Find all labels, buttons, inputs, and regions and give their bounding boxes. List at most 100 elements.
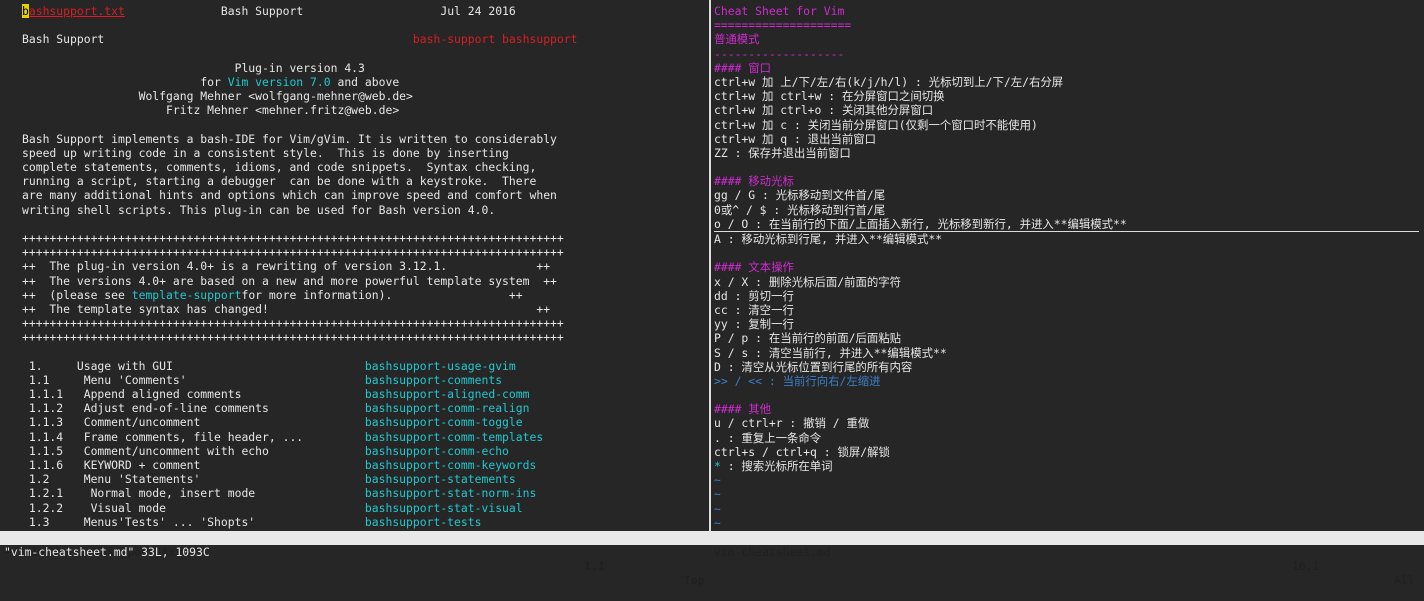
left-line[interactable]: 17++++++++++++++++++++++++++++++++++++++… [22, 231, 706, 245]
left-line[interactable]: 34 1.2 Menu 'Statements' bashsupport-sta… [22, 472, 706, 486]
text-segment: ++ The template syntax has changed! ++ [22, 301, 551, 316]
right-editor-pane[interactable]: 1Cheat Sheet for Vim2===================… [714, 4, 1419, 530]
right-line[interactable]: ~ [714, 487, 1419, 501]
left-line[interactable]: 15writing shell scripts. This plug-in ca… [22, 203, 706, 217]
left-line[interactable]: 18++++++++++++++++++++++++++++++++++++++… [22, 245, 706, 259]
left-line[interactable]: 29 1.1.2 Adjust end-of-line comments bas… [22, 401, 706, 415]
right-line[interactable]: 25S / s : 清空当前行, 并进入**编辑模式** [714, 346, 1419, 360]
right-line[interactable]: 22cc : 清空一行 [714, 303, 1419, 317]
left-line[interactable]: 7 Wolfgang Mehner <wolfgang-mehner@web.d… [22, 89, 706, 103]
right-line[interactable]: 16o / O : 在当前行的下面/上面插入新行, 光标移到新行, 并进入**编… [714, 217, 1419, 232]
vim-window: 1bashsupport.txt Bash Support Jul 24 201… [0, 0, 1424, 587]
right-line[interactable]: 27>> / << : 当前行向右/左缩进 [714, 374, 1419, 388]
right-line[interactable]: 12 [714, 160, 1419, 174]
right-line[interactable]: 2==================== [714, 18, 1419, 32]
left-line[interactable]: 19++ The plug-in version 4.0+ is a rewri… [22, 259, 706, 273]
text-segment: ++ (please see [22, 287, 132, 302]
right-line[interactable]: ~ [714, 516, 1419, 530]
text-segment: running a script, starting a debugger ca… [22, 174, 537, 189]
text-segment: 1.3 Menus'Tests' ... 'Shopts' [22, 514, 365, 529]
text-segment: u / ctrl+r : 撤销 / 重做 [714, 416, 870, 431]
left-line[interactable]: 22++ The template syntax has changed! ++ [22, 302, 706, 316]
text-segment: x / X : 删除光标后面/前面的字符 [714, 274, 902, 289]
left-line[interactable]: 10Bash Support implements a bash-IDE for… [22, 132, 706, 146]
right-line[interactable]: 9ctrl+w 加 c : 关闭当前分屏窗口(仅剩一个窗口时不能使用) [714, 118, 1419, 132]
text-segment: bashsupport-stat-visual [364, 500, 523, 515]
left-line[interactable]: 35 1.2.1 Normal mode, insert mode bashsu… [22, 486, 706, 500]
text-segment: yy : 复制一行 [714, 317, 794, 332]
left-line[interactable]: 1bashsupport.txt Bash Support Jul 24 201… [22, 4, 706, 18]
right-line[interactable]: 18 [714, 246, 1419, 260]
right-line[interactable]: 32ctrl+s / ctrl+q : 锁屏/解锁 [714, 445, 1419, 459]
right-line[interactable]: 4------------------- [714, 47, 1419, 61]
right-line[interactable]: 10ctrl+w 加 q : 退出当前窗口 [714, 132, 1419, 146]
left-line[interactable]: 16 [22, 217, 706, 231]
right-line[interactable]: 30u / ctrl+r : 撤销 / 重做 [714, 416, 1419, 430]
text-segment: #### 移动光标 [714, 174, 794, 189]
right-line[interactable]: 24P / p : 在当前行的前面/后面粘贴 [714, 331, 1419, 345]
left-line[interactable]: 27 1.1 Menu 'Comments' bashsupport-comme… [22, 373, 706, 387]
right-line[interactable]: ~ [714, 473, 1419, 487]
right-line[interactable]: 28 [714, 388, 1419, 402]
text-segment: are many additional hints and options wh… [22, 188, 557, 203]
left-line[interactable]: 9 [22, 118, 706, 132]
text-segment: ZZ : 保存并退出当前窗口 [714, 145, 851, 160]
left-line[interactable]: 6 for Vim version 7.0 and above [22, 75, 706, 89]
left-line[interactable]: 11speed up writing code in a consistent … [22, 146, 706, 160]
left-line[interactable]: 30 1.1.3 Comment/uncomment bashsupport-c… [22, 415, 706, 429]
left-line[interactable]: 36 1.2.2 Visual mode bashsupport-stat-vi… [22, 501, 706, 515]
right-line[interactable]: 3普通模式 [714, 32, 1419, 46]
left-line[interactable]: 31 1.1.4 Frame comments, file header, ..… [22, 430, 706, 444]
text-segment: ctrl+w 加 ctrl+w : 在分屏窗口之间切换 [714, 89, 945, 104]
right-line[interactable]: 21dd : 剪切一行 [714, 289, 1419, 303]
right-line[interactable]: 29#### 其他 [714, 402, 1419, 416]
text-segment: ctrl+w 加 ctrl+o : 关闭其他分屏窗口 [714, 103, 934, 118]
right-line[interactable]: 8ctrl+w 加 ctrl+o : 关闭其他分屏窗口 [714, 103, 1419, 117]
right-line[interactable]: 31. : 重复上一条命令 [714, 431, 1419, 445]
right-line[interactable]: 20x / X : 删除光标后面/前面的字符 [714, 275, 1419, 289]
right-line[interactable]: 19#### 文本操作 [714, 260, 1419, 274]
left-line[interactable]: 2 [22, 18, 706, 32]
left-line[interactable]: 3Bash Support bash-support bashsupport [22, 32, 706, 46]
text-segment: ++++++++++++++++++++++++++++++++++++++++… [22, 316, 564, 331]
vertical-split-divider[interactable] [706, 0, 714, 531]
left-line[interactable]: 37 1.3 Menus'Tests' ... 'Shopts' bashsup… [22, 515, 706, 529]
right-line[interactable]: 11ZZ : 保存并退出当前窗口 [714, 146, 1419, 160]
left-line[interactable]: 23++++++++++++++++++++++++++++++++++++++… [22, 316, 706, 330]
right-line[interactable]: 23yy : 复制一行 [714, 317, 1419, 331]
right-line[interactable]: ~ [714, 502, 1419, 516]
left-line[interactable]: 24++++++++++++++++++++++++++++++++++++++… [22, 330, 706, 344]
text-segment: 1.1.3 Comment/uncomment [22, 415, 365, 430]
right-line[interactable]: 26D : 清空从光标位置到行尾的所有内容 [714, 360, 1419, 374]
left-line[interactable]: 13running a script, starting a debugger … [22, 174, 706, 188]
right-line[interactable]: 33* : 搜索光标所在单词 [714, 459, 1419, 473]
right-line[interactable]: 13#### 移动光标 [714, 174, 1419, 188]
right-line[interactable]: 150或^ / $ : 光标移动到行首/尾 [714, 203, 1419, 217]
right-line[interactable]: 7ctrl+w 加 ctrl+w : 在分屏窗口之间切换 [714, 89, 1419, 103]
left-line[interactable]: 14are many additional hints and options … [22, 188, 706, 202]
text-segment: for [22, 74, 228, 89]
text-segment: Fritz Mehner <mehner.fritz@web.de> [22, 103, 400, 118]
left-line[interactable]: 12complete statements, comments, idioms,… [22, 160, 706, 174]
left-line[interactable]: 21++ (please see template-supportfor mor… [22, 288, 706, 302]
text-segment: P / p : 在当前行的前面/后面粘贴 [714, 331, 902, 346]
left-line[interactable]: 5 Plug-in version 4.3 [22, 61, 706, 75]
left-line[interactable]: 33 1.1.6 KEYWORD + comment bashsupport-c… [22, 458, 706, 472]
left-line[interactable]: 26 1. Usage with GUI bashsupport-usage-g… [22, 359, 706, 373]
left-line[interactable]: 28 1.1.1 Append aligned comments bashsup… [22, 387, 706, 401]
left-line[interactable]: 20++ The versions 4.0+ are based on a ne… [22, 274, 706, 288]
left-line[interactable]: 32 1.1.5 Comment/uncomment with echo bas… [22, 444, 706, 458]
right-line[interactable]: 1Cheat Sheet for Vim [714, 4, 1419, 18]
left-line[interactable]: 25 [22, 345, 706, 359]
text-segment: ------------------- [714, 46, 845, 61]
right-line[interactable]: 5#### 窗口 [714, 61, 1419, 75]
text-segment: Bash Support Jul 24 2016 [124, 4, 516, 18]
right-line[interactable]: 14gg / G : 光标移动到文件首/尾 [714, 188, 1419, 202]
right-line[interactable]: 17A : 移动光标到行尾, 并进入**编辑模式** [714, 232, 1419, 246]
left-line[interactable]: 8 Fritz Mehner <mehner.fritz@web.de> [22, 103, 706, 117]
text-segment: speed up writing code in a consistent st… [22, 145, 509, 160]
text-segment: 0或^ / $ : 光标移动到行首/尾 [714, 202, 886, 217]
left-editor-pane[interactable]: 1bashsupport.txt Bash Support Jul 24 201… [22, 4, 706, 530]
right-line[interactable]: 6ctrl+w 加 上/下/左/右(k/j/h/l) : 光标切到上/下/左/右… [714, 75, 1419, 89]
left-line[interactable]: 4 [22, 47, 706, 61]
